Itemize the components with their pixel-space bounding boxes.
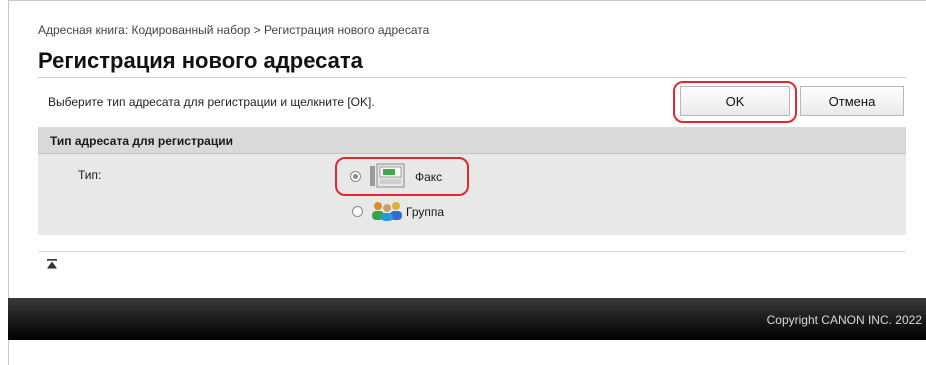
group-radio[interactable] [352,206,363,217]
fax-icon [370,163,405,188]
type-label: Тип: [78,168,102,182]
destination-type-section: Тип адресата для регистрации [38,127,906,235]
title-divider [38,77,906,78]
bottom-divider [38,251,906,252]
cancel-button[interactable]: Отмена [800,86,904,116]
back-to-top-icon[interactable] [46,258,58,270]
copyright-text: Copyright CANON INC. 2022 [766,313,922,327]
instruction-text: Выберите тип адресата для регистрации и … [48,95,375,109]
breadcrumb: Адресная книга: Кодированный набор > Рег… [38,23,430,37]
ok-button[interactable]: OK [680,86,790,116]
group-option-label[interactable]: Группа [406,205,444,219]
fax-radio[interactable] [350,171,361,182]
fax-option-label[interactable]: Факс [415,170,442,184]
group-icon [372,202,402,221]
page-title: Регистрация нового адресата [38,48,363,73]
footer: Copyright CANON INC. 2022 [8,298,926,340]
section-header: Тип адресата для регистрации [38,127,906,154]
section-title: Тип адресата для регистрации [50,134,233,148]
